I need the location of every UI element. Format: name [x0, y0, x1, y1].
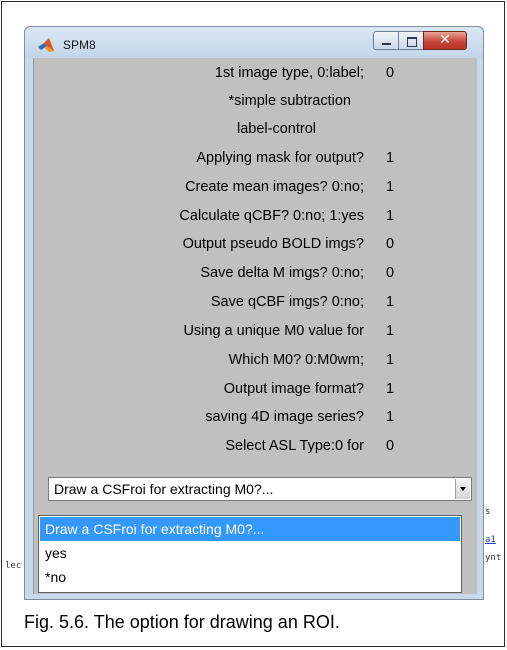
option-value[interactable]: 0: [375, 262, 405, 284]
option-label: Output image format?: [223, 381, 364, 397]
maximize-button[interactable]: [398, 31, 424, 50]
option-value[interactable]: 1: [375, 205, 405, 227]
option-value[interactable]: 1: [375, 147, 405, 169]
option-label: Applying mask for output?: [196, 150, 364, 166]
list-item-no[interactable]: *no: [40, 565, 460, 589]
background-text: lec: [5, 561, 22, 571]
spm8-window: SPM8 ✕ 1st image type, 0:label; 0 *simpl…: [24, 26, 484, 600]
option-label: Output pseudo BOLD imgs?: [182, 236, 364, 252]
options-panel: 1st image type, 0:label; 0 *simple subtr…: [33, 58, 477, 594]
option-label: Using a unique M0 value for: [183, 323, 364, 339]
chevron-down-icon[interactable]: [455, 479, 470, 499]
matlab-icon: [37, 37, 55, 53]
figure-caption: Fig. 5.6. The option for drawing an ROI.: [24, 612, 340, 632]
window-title: SPM8: [63, 38, 96, 52]
option-label: 1st image type, 0:label;: [214, 65, 364, 81]
maximize-icon: [407, 37, 417, 47]
option-value[interactable]: 1: [375, 406, 405, 428]
option-value[interactable]: 1: [375, 176, 405, 198]
list-item-yes[interactable]: yes: [40, 541, 460, 565]
option-value[interactable]: 0: [375, 233, 405, 255]
option-value[interactable]: 0: [375, 435, 405, 457]
option-label: Save delta M imgs? 0:no;: [200, 265, 364, 281]
option-label: label-control: [237, 121, 316, 137]
option-label: Which M0? 0:M0wm;: [228, 352, 364, 368]
option-value[interactable]: 1: [375, 320, 405, 342]
option-label: Calculate qCBF? 0:no; 1:yes: [179, 208, 364, 224]
option-label: saving 4D image series?: [205, 409, 364, 425]
dropdown-value: Draw a CSFroi for extracting M0?...: [54, 481, 274, 497]
option-label: Save qCBF imgs? 0:no;: [210, 294, 364, 310]
background-link: a1: [485, 535, 496, 545]
option-value[interactable]: 1: [375, 349, 405, 371]
option-label: Create mean images? 0:no;: [185, 179, 364, 195]
close-button[interactable]: ✕: [423, 31, 467, 50]
minimize-icon: [382, 43, 391, 45]
dropdown-list: Draw a CSFroi for extracting M0?... yes …: [38, 515, 462, 593]
background-text: ynt: [485, 553, 502, 563]
title-bar[interactable]: SPM8 ✕: [25, 27, 483, 58]
option-value[interactable]: 1: [375, 378, 405, 400]
option-value[interactable]: 1: [375, 291, 405, 313]
figure-frame: SPM8 ✕ 1st image type, 0:label; 0 *simpl…: [1, 1, 505, 647]
list-item-draw-csfroi[interactable]: Draw a CSFroi for extracting M0?...: [40, 517, 460, 541]
minimize-button[interactable]: [373, 31, 399, 50]
option-label: *simple subtraction: [228, 93, 352, 109]
roi-dropdown[interactable]: Draw a CSFroi for extracting M0?...: [48, 477, 472, 501]
close-icon: ✕: [439, 32, 451, 48]
option-value[interactable]: 0: [375, 62, 405, 84]
background-text: s: [485, 507, 491, 517]
option-label: Select ASL Type:0 for: [225, 438, 364, 454]
